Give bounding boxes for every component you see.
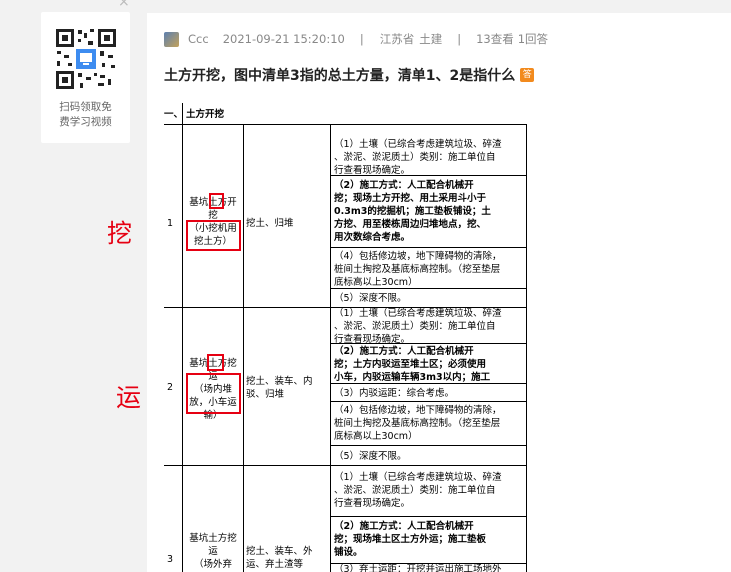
highlight-box [209,193,224,209]
spec-item: （1）土壤（已综合考虑建筑垃圾、碎渣 、淤泥、淤泥质土）类别：施工单位自 行查看… [334,139,502,176]
post-region: 江苏省 [379,32,415,46]
annotation-dig: 挖 [107,219,133,248]
spec-item: （2）施工方式：人工配合机械开 挖；现场土方开挖、用土采用斗小于 0.3m3的挖… [334,180,491,243]
post-title[interactable]: 土方开挖，图中清单3指的总土方量，清单1、2是指什么 答 [164,65,535,85]
author-name[interactable]: Ccc [188,32,209,46]
spec-item: （3）内驳运距：综合考虑。 [334,388,455,399]
spec-item: （4）包括修边坡，地下障碍物的清除， 桩间土掏挖及基底标高控制。（挖至垫层 底标… [334,251,502,288]
avatar[interactable] [164,31,179,47]
annotation-transport: 运 [116,383,142,412]
close-icon[interactable]: × [118,0,130,10]
spec-item: （2）施工方式：人工配合机械开 挖；土方内驳运至堆土区；必须使用 小车，内驳运输… [334,346,491,383]
qr-code-icon [54,27,118,91]
post-meta: Ccc 2021-09-21 15:20:10 | 江苏省 土建 | 13查看 … [164,31,548,47]
post-datetime: 2021-09-21 15:20:10 [222,32,345,46]
row-number: 3 [167,554,174,565]
spec-item: （5）深度不限。 [334,293,407,304]
qr-promo-card[interactable]: 扫码领取免 费学习视频 [41,12,130,143]
meta-separator: | [359,32,364,46]
work-content: 挖土、归堆 [246,218,294,229]
row-number: 1 [167,218,174,229]
highlight-box [186,373,241,414]
meta-separator: | [457,32,462,46]
reply-count: 1回答 [517,32,549,46]
section-title: 土方开挖 [186,109,225,120]
highlight-box [186,220,241,251]
work-content: 挖土、装车、内 驳、归堆 [246,376,313,400]
spec-item: （1）土壤（已综合考虑建筑垃圾、碎渣 、淤泥、淤泥质土）类别：施工单位自 行查看… [334,472,502,509]
spec-item: （5）深度不限。 [334,451,407,462]
section-prefix: 一、 [164,109,184,120]
spec-item: （1）土壤（已综合考虑建筑垃圾、碎渣 、淤泥、淤泥质土）类别：施工单位自 行查看… [334,308,502,345]
item-name: 基坑土方挖 运 （场外弃 [189,533,237,570]
view-count: 13查看 [476,32,514,46]
attached-image: 一、 土方开挖 1 基坑土方开 挖 （小挖机用 挖土方） 挖土、归堆 （1）土壤… [164,98,527,572]
spec-item: （4）包括修边坡，地下障碍物的清除， 桩间土掏挖及基底标高控制。（挖至垫层 底标… [334,405,502,442]
row-number: 2 [167,382,174,393]
highlight-box [207,354,224,371]
qr-caption: 扫码领取免 费学习视频 [59,101,112,128]
post-category: 土建 [419,32,443,46]
work-content: 挖土、装车、外 运、弃土渣等 [246,546,313,570]
spec-item: （3）弃土运距：开挖并运出施工场地外 [334,564,502,572]
spec-item: （2）施工方式：人工配合机械开 挖；现场堆土区土方外运；施工垫板 铺设。 [334,521,487,558]
answer-tag-icon: 答 [520,68,535,82]
post-card: Ccc 2021-09-21 15:20:10 | 江苏省 土建 | 13查看 … [147,13,731,572]
